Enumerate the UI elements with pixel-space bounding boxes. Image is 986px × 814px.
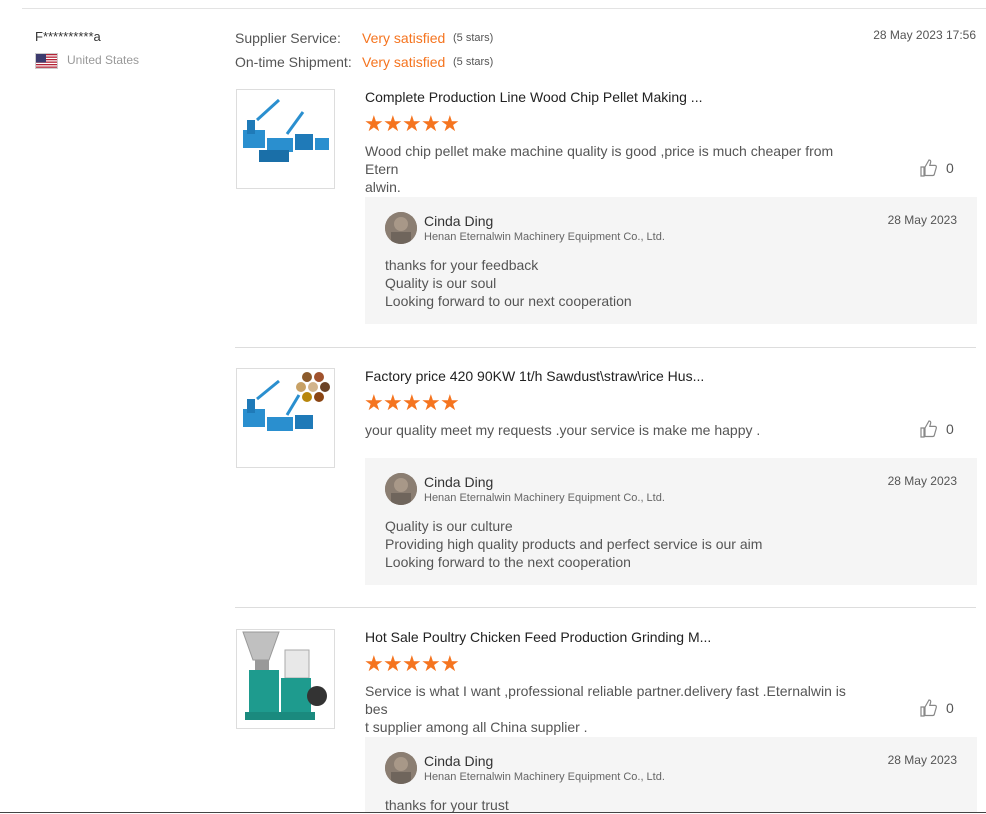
reply-text: Quality is our culture Providing high qu… xyxy=(385,517,762,571)
review-date: 28 May 2023 17:56 xyxy=(873,28,976,42)
reply-line: Quality is our culture xyxy=(385,518,513,534)
product-rating-stars: ★★★★★ xyxy=(364,390,460,415)
reply-line: Quality is our soul xyxy=(385,275,497,291)
star-icon: ★ xyxy=(440,651,460,676)
review-comment: Wood chip pellet make machine quality is… xyxy=(365,142,865,196)
star-icon: ★ xyxy=(440,111,460,136)
product-title[interactable]: Hot Sale Poultry Chicken Feed Production… xyxy=(365,629,711,645)
supplier-reply: Cinda Ding Henan Eternalwin Machinery Eq… xyxy=(365,197,977,324)
reply-company: Henan Eternalwin Machinery Equipment Co.… xyxy=(424,492,665,504)
star-icon: ★ xyxy=(383,390,403,415)
us-flag-icon xyxy=(35,53,58,69)
supplier-service-label: Supplier Service: xyxy=(235,30,341,46)
star-icon: ★ xyxy=(402,390,422,415)
avatar xyxy=(385,752,417,784)
comment-line: t supplier among all China supplier . xyxy=(365,719,588,735)
shipment-label: On-time Shipment: xyxy=(235,54,352,70)
reply-date: 28 May 2023 xyxy=(887,753,957,767)
like-count: 0 xyxy=(946,700,954,717)
comment-line: alwin. xyxy=(365,179,401,195)
review-comment: your quality meet my requests .your serv… xyxy=(365,421,865,439)
like-button[interactable]: 0 xyxy=(920,699,954,717)
thumbs-up-icon xyxy=(920,699,937,717)
star-icon: ★ xyxy=(383,111,403,136)
review-divider xyxy=(235,347,976,348)
like-button[interactable]: 0 xyxy=(920,159,954,177)
comment-line: your quality meet my requests .your serv… xyxy=(365,422,761,438)
shipment-stars: (5 stars) xyxy=(453,56,494,68)
supplier-service-stars: (5 stars) xyxy=(453,32,494,44)
product-thumbnail[interactable] xyxy=(236,629,335,729)
reply-date: 28 May 2023 xyxy=(887,213,957,227)
star-icon: ★ xyxy=(421,390,441,415)
like-button[interactable]: 0 xyxy=(920,420,954,438)
star-icon: ★ xyxy=(383,651,403,676)
reviewer-name: F**********a xyxy=(35,29,101,44)
reply-author-name: Cinda Ding xyxy=(424,474,494,490)
star-icon: ★ xyxy=(364,111,384,136)
like-count: 0 xyxy=(946,421,954,438)
product-title[interactable]: Complete Production Line Wood Chip Pelle… xyxy=(365,89,702,105)
reviewer-country: United States xyxy=(67,53,140,67)
avatar xyxy=(385,473,417,505)
reply-author-name: Cinda Ding xyxy=(424,753,494,769)
reply-text: thanks for your feedback Quality is our … xyxy=(385,256,632,310)
star-icon: ★ xyxy=(364,390,384,415)
star-icon: ★ xyxy=(421,651,441,676)
top-divider xyxy=(22,8,986,9)
star-icon: ★ xyxy=(421,111,441,136)
comment-line: Wood chip pellet make machine quality is… xyxy=(365,143,834,177)
reply-author-name: Cinda Ding xyxy=(424,213,494,229)
reply-line: thanks for your feedback xyxy=(385,257,539,273)
supplier-service-value: Very satisfied xyxy=(362,30,446,46)
reply-company: Henan Eternalwin Machinery Equipment Co.… xyxy=(424,771,665,783)
supplier-reply: Cinda Ding Henan Eternalwin Machinery Eq… xyxy=(365,737,977,813)
thumbs-up-icon xyxy=(920,420,937,438)
reply-line: Looking forward to the next cooperation xyxy=(385,554,631,570)
thumbs-up-icon xyxy=(920,159,937,177)
reply-line: Looking forward to our next cooperation xyxy=(385,293,632,309)
avatar xyxy=(385,212,417,244)
product-rating-stars: ★★★★★ xyxy=(364,651,460,676)
reply-company: Henan Eternalwin Machinery Equipment Co.… xyxy=(424,231,665,243)
star-icon: ★ xyxy=(402,111,422,136)
star-icon: ★ xyxy=(402,651,422,676)
review-divider xyxy=(235,607,976,608)
like-count: 0 xyxy=(946,160,954,177)
comment-line: Service is what I want ,professional rel… xyxy=(365,683,846,717)
shipment-value: Very satisfied xyxy=(362,54,446,70)
supplier-reply: Cinda Ding Henan Eternalwin Machinery Eq… xyxy=(365,458,977,585)
star-icon: ★ xyxy=(440,390,460,415)
product-thumbnail[interactable] xyxy=(236,368,335,468)
star-icon: ★ xyxy=(364,651,384,676)
reply-line: Providing high quality products and perf… xyxy=(385,536,763,552)
product-thumbnail[interactable] xyxy=(236,89,335,189)
product-title[interactable]: Factory price 420 90KW 1t/h Sawdust\stra… xyxy=(365,368,704,384)
review-comment: Service is what I want ,professional rel… xyxy=(365,682,865,736)
reply-date: 28 May 2023 xyxy=(887,474,957,488)
product-rating-stars: ★★★★★ xyxy=(364,111,460,136)
